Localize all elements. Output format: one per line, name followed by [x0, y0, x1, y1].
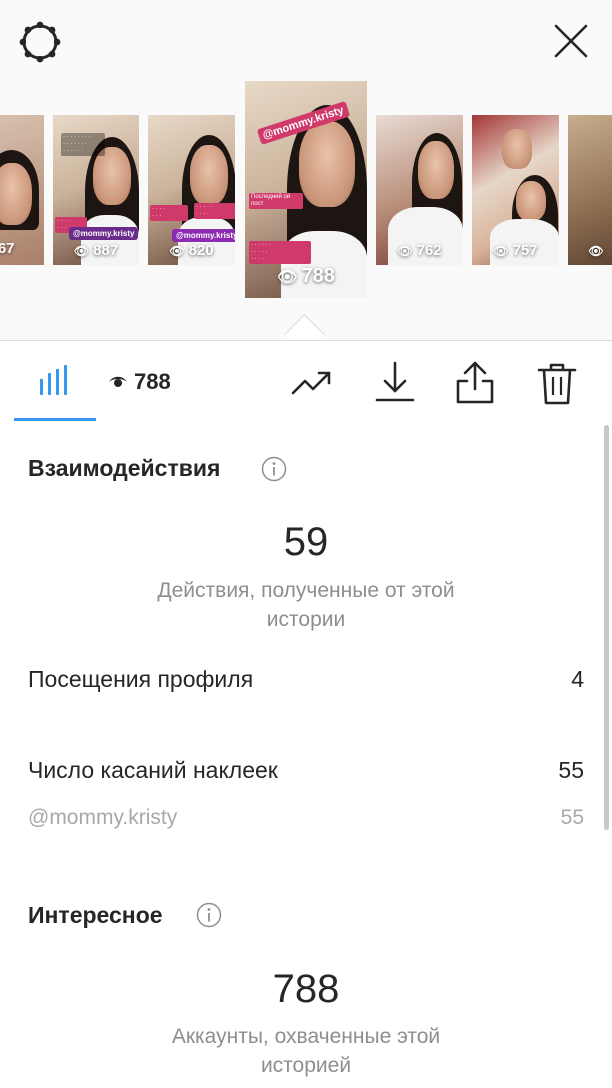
- top-bar: [0, 0, 612, 80]
- text-sticker: · · · · · · · · · · · · · · · · · · · · ·: [61, 133, 105, 156]
- tab-viewers[interactable]: 788: [108, 367, 171, 397]
- scrollbar[interactable]: [604, 425, 609, 830]
- info-icon[interactable]: [261, 456, 287, 482]
- download-icon[interactable]: [373, 361, 417, 405]
- reach-caption: Аккаунты, охваченные этой историей: [171, 1025, 441, 1077]
- story-thumbnail[interactable]: · · · · · · · · · · · · · · · · @mommy.kri…: [148, 115, 235, 265]
- close-icon[interactable]: [552, 22, 590, 60]
- mention-sticker: @mommy.kristy: [69, 227, 139, 240]
- story-thumbnail[interactable]: 👁 762: [376, 115, 463, 265]
- story-thumbnail[interactable]: 👁 757: [472, 115, 559, 265]
- viewers-count: 788: [134, 369, 171, 394]
- text-sticker: · · · · · · · · · · · · · · ·: [249, 241, 311, 264]
- info-icon[interactable]: [196, 902, 222, 928]
- eye-icon: [109, 376, 127, 387]
- trash-icon[interactable]: [535, 361, 579, 405]
- sticker-mention-label: @mommy.kristy: [28, 806, 178, 829]
- profile-visits-value: 4: [571, 666, 584, 692]
- tab-insights[interactable]: [14, 341, 96, 421]
- interactions-total: 59: [283, 520, 329, 564]
- active-tab-indicator: [14, 418, 96, 421]
- text-sticker: Последний ой пост: [249, 193, 303, 209]
- discovery-title: Интересное: [28, 902, 163, 928]
- mention-sticker: @mommy.kristy: [172, 229, 235, 242]
- story-views-count: 762: [416, 242, 442, 259]
- story-thumbnail[interactable]: · · · · · · · · · · · · · · · · · · · · · …: [53, 115, 139, 265]
- story-insights-screen: 967 · · · · · · · ·· · · · · · ·· · · · …: [0, 0, 612, 1088]
- sticker-mention-value: 55: [560, 806, 584, 829]
- profile-visits-label: Посещения профиля: [28, 666, 254, 692]
- story-thumbnail[interactable]: 👁: [568, 115, 612, 265]
- story-views-count: 788: [301, 265, 335, 287]
- promote-icon[interactable]: [290, 361, 334, 405]
- insights-toolbar: 788: [0, 341, 612, 423]
- text-sticker: · · · · · · · · ·: [194, 203, 235, 219]
- story-thumbnail[interactable]: 967: [0, 115, 44, 265]
- story-views-count: 757: [512, 242, 538, 259]
- sticker-taps-label: Число касаний наклеек: [28, 757, 278, 783]
- share-icon[interactable]: [453, 361, 497, 405]
- interactions-title: Взаимодействия: [28, 455, 221, 481]
- reach-total: 788: [272, 967, 340, 1011]
- story-views-count: 820: [188, 242, 214, 259]
- story-thumbnail-selected[interactable]: @mommy.kristy Последний ой пост · · · · …: [245, 81, 367, 298]
- story-views-count: 887: [93, 242, 119, 259]
- sticker-taps-value: 55: [558, 757, 584, 783]
- interactions-caption: Действия, полученные от этой истории: [157, 579, 455, 631]
- text-sticker: · · · · · · ·: [150, 205, 188, 221]
- settings-icon[interactable]: [18, 20, 62, 64]
- bar-chart-icon: [40, 365, 67, 395]
- story-views-count: 967: [0, 240, 15, 257]
